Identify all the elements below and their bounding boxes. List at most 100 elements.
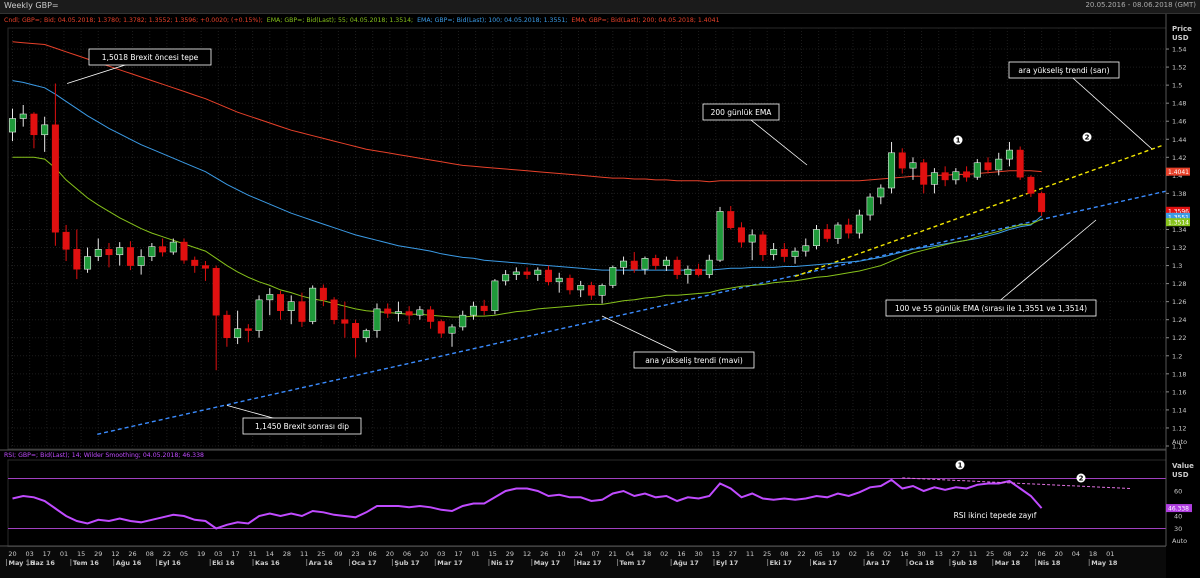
candle-body — [652, 258, 660, 266]
x-day-label: 06 — [1037, 550, 1045, 558]
price-tick-label: 1.44 — [1172, 136, 1186, 144]
candle-body — [298, 301, 306, 322]
candle-body — [920, 162, 928, 185]
x-day-label: 19 — [197, 550, 205, 558]
candle-body — [770, 249, 778, 256]
price-axis-unit: USD — [1172, 34, 1189, 42]
blue-trend-label: ana yükseliş trendi (mavi) — [645, 356, 743, 365]
candle-body — [126, 247, 134, 266]
candle-body — [276, 294, 284, 311]
candle-body — [641, 258, 649, 270]
x-month-label: Ağu 17 — [673, 559, 699, 567]
x-month-label: Şub 18 — [952, 559, 978, 567]
price-tick-label: 1.26 — [1172, 298, 1186, 306]
candle-body — [609, 267, 617, 286]
candle-body — [9, 118, 17, 133]
candle-body — [201, 265, 209, 269]
candle-body — [544, 269, 552, 283]
candle-body — [1038, 193, 1046, 213]
x-day-label: 16 — [866, 550, 874, 558]
candle-body — [148, 246, 156, 257]
candle-body — [94, 249, 102, 257]
candle-body — [812, 229, 820, 247]
candle-body — [459, 314, 467, 328]
price-chart[interactable]: Cndl; GBP=; Bid; 04.05.2018; 1.3780; 1.3… — [0, 0, 1200, 578]
x-month-label: Kas 17 — [813, 559, 838, 567]
candle-body — [802, 245, 810, 252]
price-tick-label: 1.46 — [1172, 118, 1186, 126]
candle-body — [416, 309, 424, 316]
candle-body — [984, 162, 992, 171]
x-month-label: Tem 16 — [73, 559, 100, 567]
x-day-label: 11 — [300, 550, 308, 558]
x-day-label: 07 — [592, 550, 600, 558]
candle-body — [469, 305, 477, 316]
chart-background — [0, 14, 1200, 578]
candle-body — [716, 211, 724, 261]
x-day-label: 23 — [351, 550, 359, 558]
candle-body — [1005, 149, 1013, 160]
x-day-label: 13 — [712, 550, 720, 558]
x-day-label: 04 — [1072, 550, 1080, 558]
price-tick-label: 1.2 — [1172, 352, 1182, 360]
candle-body — [737, 227, 745, 243]
x-day-label: 01 — [471, 550, 479, 558]
candle-body — [941, 172, 949, 181]
candle-body — [137, 256, 145, 266]
legend-ema55: EMA; GBP=; Bid(Last); 55; 04.05.2018; 1.… — [267, 17, 413, 24]
price-tick-label: 1.22 — [1172, 334, 1186, 342]
x-day-label: 17 — [231, 550, 239, 558]
x-day-label: 30 — [694, 550, 702, 558]
value-axis-unit: USD — [1172, 471, 1189, 479]
x-month-label: Ara 17 — [866, 559, 890, 567]
x-day-label: 06 — [403, 550, 411, 558]
candle-body — [662, 259, 670, 266]
candle-body — [427, 309, 435, 322]
candle-body — [877, 187, 885, 198]
candle-body — [180, 241, 188, 261]
x-month-label: Oca 17 — [352, 559, 377, 567]
legend-ema100: EMA; GBP=; Bid(Last); 100; 04.05.2018; 1… — [417, 17, 567, 24]
price-axis-bg — [1166, 14, 1200, 564]
value-axis-title: Value — [1172, 462, 1194, 470]
legend-rsi: RSI; GBP=; Bid(Last); 14; Wilder Smoothi… — [4, 452, 204, 459]
candle-body — [791, 250, 799, 257]
candle-body — [437, 321, 445, 334]
x-day-label: 29 — [94, 550, 102, 558]
brexit-dip-label: 1,1450 Brexit sonrası dip — [255, 422, 349, 431]
price-tick-label: 1.24 — [1172, 316, 1186, 324]
candle-body — [341, 319, 349, 324]
x-day-label: 04 — [626, 550, 634, 558]
x-day-label: 30 — [917, 550, 925, 558]
candle-body — [673, 259, 681, 275]
x-month-label: May 17 — [534, 559, 560, 567]
candle-body — [373, 308, 381, 331]
candle-body — [534, 269, 542, 275]
price-tick-label: 1.52 — [1172, 64, 1186, 72]
x-day-label: 16 — [677, 550, 685, 558]
candle-body — [73, 249, 81, 270]
candle-body — [223, 314, 231, 339]
marker-2-rsi: 2 — [1079, 475, 1084, 483]
candle-body — [384, 308, 392, 314]
x-day-label: 19 — [832, 550, 840, 558]
price-tick-label: 1.38 — [1172, 190, 1186, 198]
candle-body — [330, 299, 338, 320]
candle-body — [62, 231, 70, 250]
x-day-label: 29 — [506, 550, 514, 558]
candle-body — [523, 271, 531, 275]
x-day-label: 28 — [283, 550, 291, 558]
x-month-label: Haz 16 — [30, 559, 55, 567]
x-month-label: May 18 — [1091, 559, 1118, 567]
x-day-label: 20 — [386, 550, 394, 558]
x-month-label: Mar 17 — [437, 559, 462, 567]
x-month-label: Ağu 16 — [116, 559, 142, 567]
candle-body — [480, 305, 488, 311]
x-month-label: Eyl 16 — [159, 559, 182, 567]
x-day-label: 18 — [643, 550, 651, 558]
x-day-label: 17 — [43, 550, 51, 558]
x-month-label: Ara 16 — [309, 559, 333, 567]
price-tick-label: 1.42 — [1172, 154, 1186, 162]
x-month-label: Eki 16 — [212, 559, 235, 567]
candle-body — [394, 311, 402, 314]
